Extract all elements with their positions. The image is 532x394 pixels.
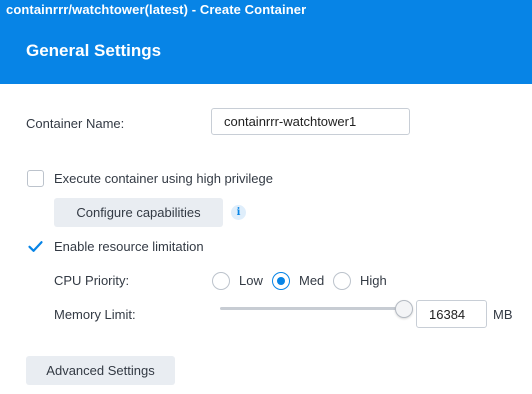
cpu-priority-med-label: Med bbox=[299, 273, 325, 288]
memory-limit-slider-handle[interactable] bbox=[395, 300, 413, 318]
cpu-priority-high-label: High bbox=[360, 273, 387, 288]
resource-limitation-checkbox[interactable] bbox=[27, 238, 44, 255]
cpu-priority-label: CPU Priority: bbox=[54, 273, 130, 288]
memory-limit-slider-track[interactable] bbox=[220, 307, 404, 310]
container-name-input[interactable] bbox=[211, 108, 410, 135]
advanced-settings-label: Advanced Settings bbox=[46, 363, 155, 378]
info-icon[interactable]: i bbox=[231, 205, 246, 220]
checkmark-icon bbox=[28, 241, 43, 252]
container-name-label: Container Name: bbox=[26, 116, 125, 131]
cpu-priority-high-radio[interactable] bbox=[333, 272, 351, 290]
section-title: General Settings bbox=[26, 41, 162, 60]
cpu-priority-low-label: Low bbox=[239, 273, 263, 288]
advanced-settings-button[interactable]: Advanced Settings bbox=[26, 356, 175, 385]
high-privilege-label: Execute container using high privilege bbox=[54, 171, 273, 186]
resource-limitation-label: Enable resource limitation bbox=[54, 239, 204, 254]
radio-selected-dot bbox=[277, 277, 285, 285]
cpu-priority-low-radio[interactable] bbox=[212, 272, 230, 290]
memory-limit-unit: MB bbox=[493, 307, 513, 322]
cpu-priority-med-radio[interactable] bbox=[272, 272, 290, 290]
dialog-header: containrrr/watchtower(latest) - Create C… bbox=[0, 0, 532, 84]
memory-limit-input[interactable] bbox=[416, 300, 487, 328]
memory-limit-label: Memory Limit: bbox=[54, 307, 136, 322]
configure-capabilities-label: Configure capabilities bbox=[76, 205, 201, 220]
high-privilege-checkbox[interactable] bbox=[27, 170, 44, 187]
configure-capabilities-button[interactable]: Configure capabilities bbox=[54, 198, 223, 227]
window-title: containrrr/watchtower(latest) - Create C… bbox=[6, 2, 307, 17]
